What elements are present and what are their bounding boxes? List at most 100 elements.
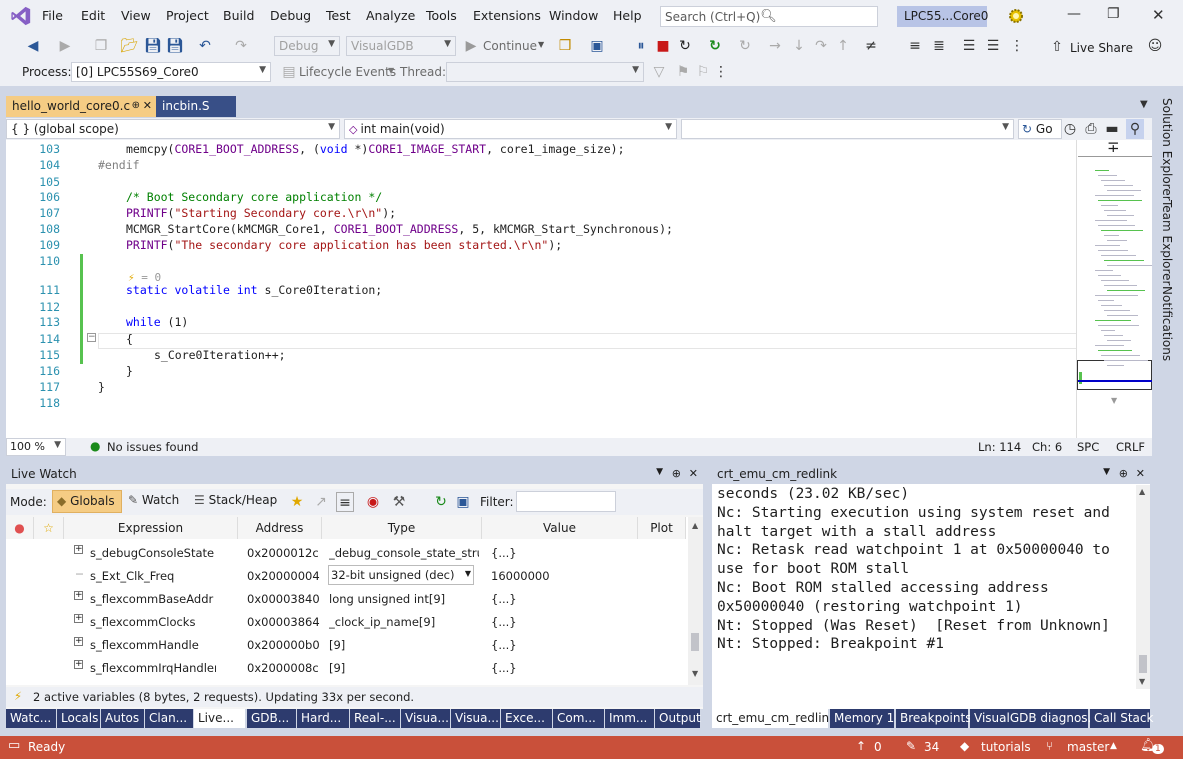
flag-icon[interactable]: ⚑: [674, 62, 692, 82]
pause-icon[interactable]: ⏸︎: [632, 36, 650, 56]
code-line[interactable]: while (1): [126, 315, 188, 329]
scroll-up-icon[interactable]: ▲: [1139, 487, 1145, 496]
edits-count[interactable]: 34: [924, 740, 939, 754]
value-cell[interactable]: {...}: [491, 638, 517, 652]
menu-test[interactable]: Test: [326, 8, 351, 23]
restart-icon[interactable]: ↻: [676, 36, 694, 56]
chevron-down-icon[interactable]: ▼: [1103, 467, 1110, 477]
bottom-tab-right-1[interactable]: Memory 1: [830, 709, 894, 728]
column-address[interactable]: Address: [238, 517, 322, 539]
watch-scrollbar[interactable]: ▲ ▼: [688, 517, 703, 685]
scroll-up-icon[interactable]: ▲: [692, 521, 698, 530]
code-line[interactable]: }: [126, 364, 133, 378]
minimize-button[interactable]: —: [1067, 6, 1081, 22]
bottom-tab-6[interactable]: Hard...: [297, 709, 349, 728]
scrollbar-minimap[interactable]: ∓ ▼: [1076, 138, 1152, 438]
tag-icon[interactable]: ▬: [1103, 119, 1121, 139]
continue-play-icon[interactable]: ▶: [462, 36, 480, 56]
step-out-icon[interactable]: ↷: [812, 36, 830, 56]
pin-icon[interactable]: ⊕: [672, 467, 681, 480]
bottom-tab-11[interactable]: Com...: [553, 709, 604, 728]
record-icon[interactable]: ◉: [364, 492, 382, 512]
bottom-tab-9[interactable]: Visua...: [451, 709, 500, 728]
live-share-icon[interactable]: ⇧: [1048, 37, 1066, 57]
table-row[interactable]: + s_flexcommHandle 0x200000b0 [9] {...}: [6, 633, 686, 656]
bottom-tab-right-3[interactable]: VisualGDB diagnos...: [970, 709, 1099, 728]
code-line[interactable]: memcpy(CORE1_BOOT_ADDRESS, (void *)CORE1…: [126, 142, 625, 156]
menu-tools[interactable]: Tools: [426, 8, 457, 23]
code-line[interactable]: MCMGR_StartCore(kMCMGR_Core1, CORE1_BOOT…: [126, 222, 673, 236]
platform-select[interactable]: VisualGDB ▼: [346, 36, 456, 56]
search-box[interactable]: Search (Ctrl+Q) 🔍︎: [660, 6, 878, 27]
menu-project[interactable]: Project: [166, 8, 209, 23]
config-select[interactable]: Debug ▼: [274, 36, 340, 56]
repo-icon[interactable]: ◆: [960, 739, 969, 753]
chevron-down-icon[interactable]: ▼: [656, 467, 663, 477]
pin-icon[interactable]: ⊕: [1119, 467, 1128, 480]
branch-name[interactable]: master: [1067, 740, 1109, 754]
bottom-tab-right-4[interactable]: Call Stack: [1090, 709, 1153, 728]
save-all-icon[interactable]: 💾︎: [166, 36, 184, 56]
step-back-icon[interactable]: ↑: [834, 36, 852, 56]
output-scrollbar[interactable]: ▲ ▼: [1136, 485, 1150, 689]
timer-icon[interactable]: ◷: [1061, 119, 1079, 139]
chart-icon[interactable]: ↗: [312, 492, 330, 512]
bottom-tab-5[interactable]: GDB...: [247, 709, 296, 728]
mode-watch-button[interactable]: ✎ Watch: [128, 493, 179, 507]
zoom-select[interactable]: 100 % ▼: [6, 438, 66, 456]
code-line[interactable]: #endif: [98, 158, 140, 172]
star-icon[interactable]: ★: [288, 492, 306, 512]
column-plot[interactable]: Plot: [638, 517, 686, 539]
new-project-icon[interactable]: ❐: [92, 36, 110, 56]
pin-icon[interactable]: ⊕: [132, 100, 140, 111]
continue-button[interactable]: Continue: [483, 39, 537, 53]
mode-stack-heap-button[interactable]: ☰ Stack/Heap: [194, 493, 277, 507]
menu-help[interactable]: Help: [613, 8, 642, 23]
value-cell[interactable]: {...}: [491, 592, 517, 606]
notification-count[interactable]: 1: [1152, 744, 1164, 754]
arrow-up-icon[interactable]: ↑: [856, 739, 866, 753]
tab-hello-world-core0[interactable]: hello_world_core0.c ⊕ ✕: [6, 96, 156, 117]
code-editor[interactable]: − ⚡︎ = 0 103 memcpy(CORE1_BOOT_ADDRESS, (…: [6, 140, 1076, 438]
tab-overflow-icon[interactable]: ▼: [1140, 99, 1148, 110]
table-row[interactable]: + s_flexcommClocks 0x00003864 _clock_ip_nam…: [6, 610, 686, 633]
refresh-icon[interactable]: ↻: [706, 36, 724, 56]
wrench-icon[interactable]: ⚒: [390, 492, 408, 512]
value-cell[interactable]: {...}: [491, 615, 517, 629]
bottom-tab-12[interactable]: Imm...: [605, 709, 654, 728]
repo-name[interactable]: tutorials: [981, 740, 1031, 754]
table-row[interactable]: + s_flexcommBaseAddr 0x00003840 long unsign…: [6, 587, 686, 610]
more-options-icon[interactable]: ⋮: [712, 62, 730, 82]
save-icon[interactable]: ▣: [454, 492, 472, 512]
expand-icon[interactable]: +: [74, 545, 83, 554]
live-share-button[interactable]: Live Share: [1070, 41, 1133, 55]
commits-count[interactable]: 0: [874, 740, 882, 754]
bottom-tab-3[interactable]: Clan...: [145, 709, 193, 728]
open-folder-icon[interactable]: 📂︎: [120, 36, 138, 56]
document-icon[interactable]: ⎙: [1082, 119, 1100, 139]
menu-edit[interactable]: Edit: [81, 8, 105, 23]
bottom-tab-0[interactable]: Watc...: [6, 709, 56, 728]
scroll-thumb[interactable]: [1139, 655, 1147, 673]
line-indicator[interactable]: Ln: 114: [978, 440, 1021, 454]
menu-analyze[interactable]: Analyze: [366, 8, 415, 23]
table-row[interactable]: + s_debugConsoleState 0x2000012c _debug_con…: [6, 541, 686, 564]
step-into-icon[interactable]: →: [766, 36, 784, 56]
bottom-tab-right-2[interactable]: Breakpoints: [896, 709, 971, 728]
save-icon[interactable]: 💾︎: [144, 36, 162, 56]
column-value[interactable]: Value: [482, 517, 638, 539]
table-row[interactable]: + s_flexcommIrqHandler 0x2000008c [9] {...}: [6, 656, 686, 679]
outdent-icon[interactable]: ☰: [984, 36, 1002, 56]
whitespace-indicator[interactable]: SPC: [1077, 440, 1099, 454]
refresh-disabled-icon[interactable]: ↻: [736, 36, 754, 56]
close-icon[interactable]: ✕: [689, 467, 698, 480]
team-explorer-tab[interactable]: Team Explorer: [1160, 200, 1174, 286]
filter-icon[interactable]: ▽: [650, 62, 668, 82]
menu-extensions[interactable]: Extensions: [473, 8, 541, 23]
member-select[interactable]: ▼: [681, 119, 1014, 139]
value-cell[interactable]: {...}: [491, 661, 517, 675]
close-icon[interactable]: ✕: [143, 99, 152, 112]
expand-icon[interactable]: +: [74, 660, 83, 669]
menu-view[interactable]: View: [121, 8, 151, 23]
undo-icon[interactable]: ↶: [196, 36, 214, 56]
